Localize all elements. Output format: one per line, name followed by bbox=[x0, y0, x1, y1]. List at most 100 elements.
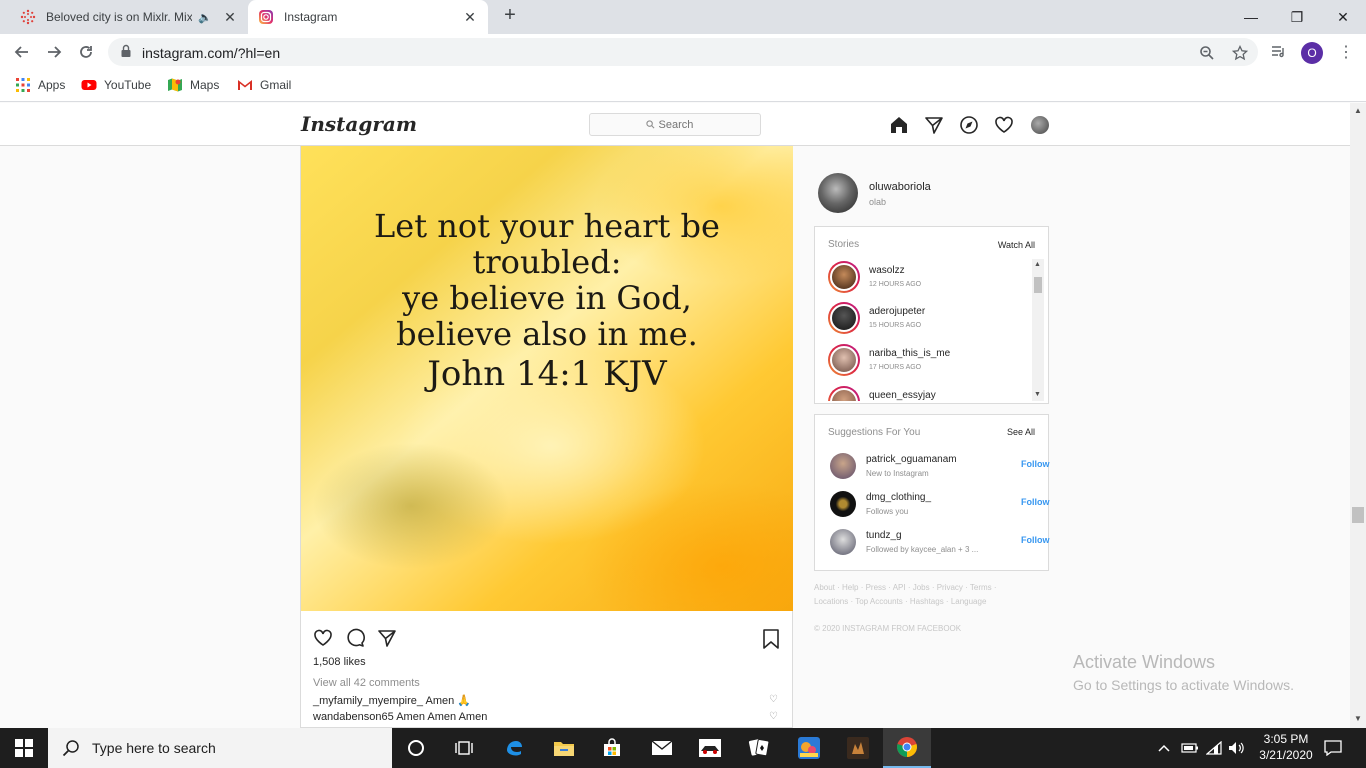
bookmark-star-icon[interactable] bbox=[1232, 45, 1248, 61]
search-input[interactable] bbox=[658, 118, 705, 131]
instagram-search[interactable] bbox=[589, 113, 761, 136]
file-explorer-icon[interactable] bbox=[540, 728, 588, 768]
explore-compass-icon[interactable] bbox=[958, 114, 980, 136]
watch-all-link[interactable]: Watch All bbox=[998, 240, 1035, 250]
bookmark-label: YouTube bbox=[104, 78, 152, 92]
tab-mixlr[interactable]: Beloved city is on Mixlr. Mixlr 🔈 ✕ bbox=[8, 0, 248, 34]
post-image[interactable]: Let not your heart be troubled: ye belie… bbox=[301, 146, 793, 611]
speaker-icon[interactable]: 🔈 bbox=[198, 11, 212, 24]
scroll-down-icon[interactable]: ▼ bbox=[1034, 391, 1041, 398]
footer-links[interactable]: About · Help · Press · API · Jobs · Priv… bbox=[814, 583, 997, 592]
zoom-icon[interactable] bbox=[1199, 45, 1215, 61]
gmail-icon bbox=[238, 80, 252, 90]
address-bar[interactable]: instagram.com/?hl=en bbox=[108, 38, 1258, 66]
suggestions-title: Suggestions For You bbox=[828, 427, 921, 438]
suggestion-avatar[interactable] bbox=[830, 491, 856, 517]
reload-icon bbox=[80, 46, 92, 58]
follow-button[interactable]: Follow bbox=[1021, 459, 1050, 469]
footer-links[interactable]: Locations · Top Accounts · Hashtags · La… bbox=[814, 597, 986, 606]
see-all-link[interactable]: See All bbox=[1007, 427, 1035, 437]
bookmark-gmail[interactable]: Gmail bbox=[237, 77, 291, 93]
save-bookmark-icon[interactable] bbox=[761, 629, 781, 649]
story-username: aderojupeter bbox=[869, 306, 926, 317]
page-scrollbar[interactable]: ▲ ▼ bbox=[1350, 103, 1366, 728]
store-icon[interactable] bbox=[588, 728, 636, 768]
candy-game-icon[interactable] bbox=[785, 728, 833, 768]
follow-button[interactable]: Follow bbox=[1021, 535, 1050, 545]
tab-instagram[interactable]: Instagram ✕ bbox=[248, 0, 488, 34]
close-window-button[interactable]: ✕ bbox=[1320, 0, 1366, 34]
restore-button[interactable]: ❐ bbox=[1274, 0, 1320, 34]
battery-icon[interactable] bbox=[1181, 728, 1199, 768]
bookmark-youtube[interactable]: YouTube bbox=[81, 77, 151, 93]
volume-icon[interactable] bbox=[1228, 728, 1246, 768]
tab-strip: Beloved city is on Mixlr. Mixlr 🔈 ✕ Inst… bbox=[0, 0, 1366, 34]
dark-game-icon[interactable] bbox=[834, 728, 882, 768]
system-clock[interactable]: 3:05 PM 3/21/2020 bbox=[1250, 731, 1322, 763]
comment-like-icon[interactable]: ♡ bbox=[769, 711, 778, 722]
bookmark-maps[interactable]: Maps bbox=[167, 77, 219, 93]
scroll-thumb[interactable] bbox=[1352, 507, 1364, 523]
user-fullname: olab bbox=[869, 197, 887, 207]
comment-icon[interactable] bbox=[345, 628, 365, 648]
new-tab-button[interactable]: + bbox=[498, 4, 522, 27]
task-view-icon[interactable] bbox=[440, 728, 488, 768]
game-app-icon[interactable] bbox=[686, 728, 734, 768]
chrome-menu-icon[interactable]: ⋮ bbox=[1338, 42, 1354, 62]
suggestion-reason: New to Instagram bbox=[866, 469, 929, 478]
forward-button[interactable] bbox=[42, 40, 66, 64]
scroll-up-icon[interactable]: ▲ bbox=[1034, 261, 1041, 268]
user-avatar[interactable] bbox=[818, 173, 858, 213]
direct-message-icon[interactable] bbox=[923, 114, 945, 136]
comment-user[interactable]: wandabenson65 bbox=[313, 711, 394, 723]
bookmark-apps[interactable]: Apps bbox=[15, 77, 65, 93]
close-tab-icon[interactable]: ✕ bbox=[458, 9, 482, 26]
suggestion-username[interactable]: tundz_g bbox=[866, 530, 902, 541]
profile-avatar-icon[interactable] bbox=[1031, 116, 1049, 134]
verse-line: ye believe in God, bbox=[402, 279, 692, 317]
mail-icon[interactable] bbox=[638, 728, 686, 768]
follow-button[interactable]: Follow bbox=[1021, 497, 1050, 507]
scroll-up-icon[interactable]: ▲ bbox=[1354, 106, 1362, 115]
forward-arrow-icon bbox=[48, 46, 62, 58]
start-button[interactable] bbox=[0, 728, 48, 768]
stories-scrollbar[interactable]: ▲ ▼ bbox=[1032, 259, 1044, 401]
comment-user[interactable]: _myfamily_myempire_ bbox=[313, 695, 423, 707]
url-text[interactable]: instagram.com/?hl=en bbox=[142, 45, 280, 61]
scroll-down-icon[interactable]: ▼ bbox=[1354, 714, 1362, 723]
view-all-comments-link[interactable]: View all 42 comments bbox=[313, 677, 420, 689]
suggestion-avatar[interactable] bbox=[830, 453, 856, 479]
instagram-logo[interactable]: Instagram bbox=[301, 112, 417, 136]
media-queue-icon[interactable] bbox=[1271, 44, 1287, 60]
comment-like-icon[interactable]: ♡ bbox=[769, 694, 778, 705]
like-heart-icon[interactable] bbox=[313, 628, 333, 648]
suggestion-username[interactable]: patrick_oguamanam bbox=[866, 454, 957, 465]
lock-icon[interactable] bbox=[120, 44, 132, 58]
solitaire-icon[interactable] bbox=[735, 728, 783, 768]
likes-count[interactable]: 1,508 likes bbox=[313, 656, 366, 668]
chrome-taskbar-icon[interactable] bbox=[883, 728, 931, 768]
reload-button[interactable] bbox=[74, 40, 98, 64]
scroll-thumb[interactable] bbox=[1034, 277, 1042, 293]
home-icon[interactable] bbox=[888, 114, 910, 136]
back-button[interactable] bbox=[10, 40, 34, 64]
story-avatar bbox=[828, 302, 860, 334]
comment-item: _myfamily_myempire_ Amen 🙏 bbox=[313, 694, 471, 707]
minimize-button[interactable]: — bbox=[1228, 0, 1274, 34]
activity-heart-icon[interactable] bbox=[993, 114, 1015, 136]
cortana-icon[interactable] bbox=[392, 728, 440, 768]
suggestion-username[interactable]: dmg_clothing_ bbox=[866, 492, 931, 503]
profile-avatar[interactable]: O bbox=[1301, 42, 1323, 64]
close-tab-icon[interactable]: ✕ bbox=[218, 9, 242, 26]
show-hidden-icons[interactable] bbox=[1157, 728, 1171, 768]
share-icon[interactable] bbox=[377, 628, 397, 648]
suggestion-avatar[interactable] bbox=[830, 529, 856, 555]
verse-line: believe also in me. bbox=[396, 315, 698, 353]
wifi-icon[interactable] bbox=[1206, 728, 1222, 768]
taskbar-search[interactable]: Type here to search bbox=[48, 728, 392, 768]
verse-line: Let not your heart be troubled: bbox=[374, 207, 720, 281]
comment-item: wandabenson65 Amen Amen Amen bbox=[313, 711, 487, 723]
edge-icon[interactable] bbox=[490, 728, 538, 768]
user-username[interactable]: oluwaboriola bbox=[869, 181, 931, 193]
action-center-icon[interactable] bbox=[1324, 728, 1342, 768]
